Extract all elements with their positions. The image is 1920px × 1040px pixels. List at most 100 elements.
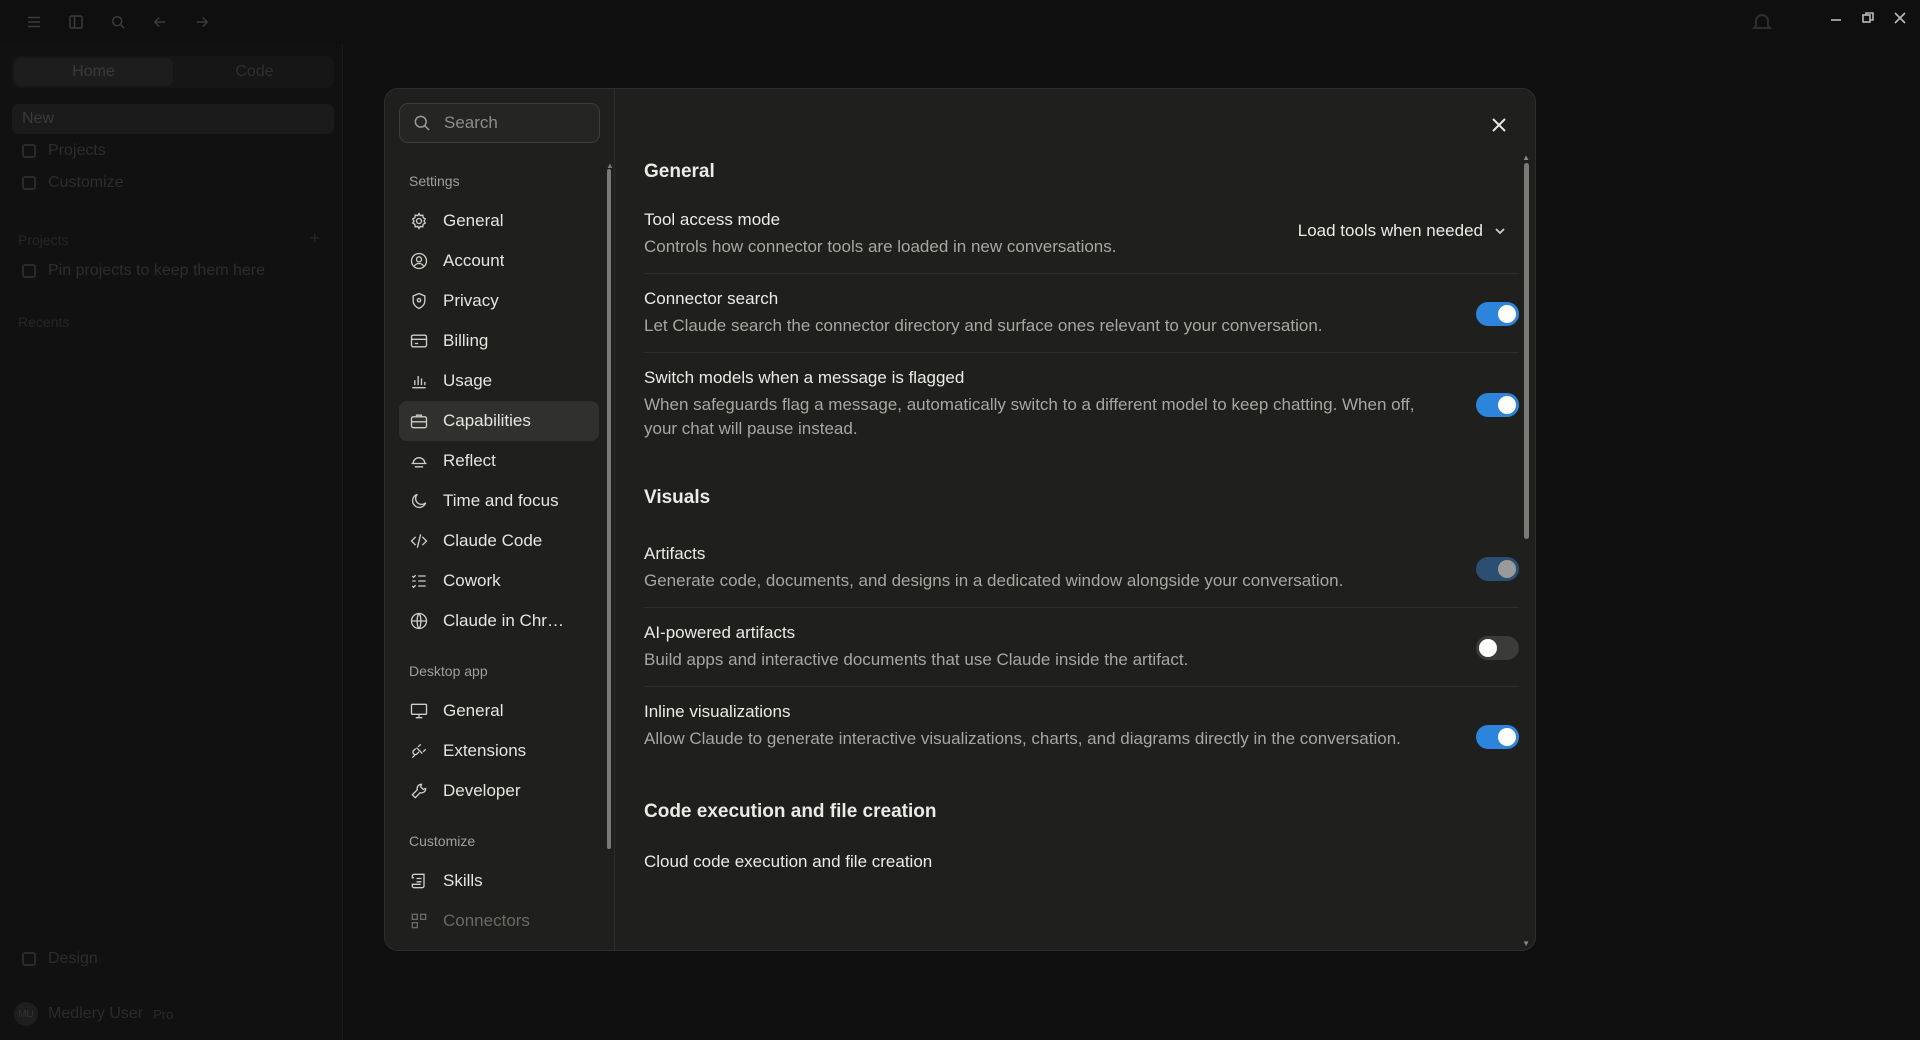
inline-visualizations-toggle[interactable] [1476,725,1519,749]
nav-item-label: Claude in Chr… [443,611,564,630]
nav-item-reflect[interactable]: Reflect [399,441,599,481]
nav-item-extensions[interactable]: Extensions [399,731,599,771]
menu-icon[interactable] [22,10,46,34]
minimize-button[interactable] [1826,8,1846,28]
switch-models-toggle[interactable] [1476,393,1519,417]
customize-section-label: Customize [409,833,476,849]
title-bar [0,0,1920,44]
nav-item-label: General [443,701,504,720]
desktop-section-label: Desktop app [409,663,488,679]
sidebar-item-new[interactable]: New [12,104,334,134]
ai-artifacts-toggle[interactable] [1476,636,1519,660]
nav-item-label: Usage [443,371,493,390]
scroll-down-arrow[interactable]: ▼ [1522,939,1530,948]
moon-icon [409,491,429,511]
checklist-icon [409,571,429,591]
sidebar-item-label: New [22,110,55,127]
sidebar-toggle-icon[interactable] [64,10,88,34]
setting-title: Connector search [644,289,779,308]
shield-icon [409,291,429,311]
nav-item-label: Reflect [443,451,496,470]
toggle-knob [1498,305,1516,323]
code-icon [409,531,429,551]
back-arrow-icon[interactable] [148,10,172,34]
nav-item-cowork[interactable]: Cowork [399,561,599,601]
settings-section-label: Settings [409,173,460,189]
search-icon[interactable] [106,10,130,34]
section-title-general: General [644,161,715,182]
add-project-icon[interactable]: + [309,228,320,249]
user-menu[interactable]: MU Medlery User Pro [14,1002,173,1026]
sidebar-item-projects[interactable]: Projects [12,136,334,166]
setting-connector-search: Connector search Let Claude search the c… [644,274,1519,353]
nav-item-time-and-focus[interactable]: Time and focus [399,481,599,521]
restore-button[interactable] [1858,8,1878,28]
scroll-icon [409,871,429,891]
nav-item-billing[interactable]: Billing [399,321,599,361]
nav-item-claude-in-chrome[interactable]: Claude in Chr… [399,601,599,641]
nav-item-claude-code[interactable]: Claude Code [399,521,599,561]
settings-content: ▲ ▼ General Tool access mode Controls ho… [615,89,1535,950]
nav-item-label: Billing [443,331,489,350]
tab-home[interactable]: Home [14,58,173,86]
pin-icon [22,264,36,278]
sidebar-item-label: Design [48,950,98,967]
nav-scrollbar[interactable] [607,169,611,849]
design-icon [22,952,36,966]
nav-item-general[interactable]: General [399,201,599,241]
setting-title: AI-powered artifacts [644,623,796,642]
nav-item-developer[interactable]: Developer [399,771,599,811]
content-scrollbar[interactable] [1524,163,1529,539]
sidebar-item-customize[interactable]: Customize [12,168,334,198]
toggle-knob [1479,639,1497,657]
setting-description: When safeguards flag a message, automati… [644,395,1415,438]
close-window-button[interactable] [1890,8,1910,28]
search-input[interactable] [444,113,584,133]
nav-item-privacy[interactable]: Privacy [399,281,599,321]
credit-card-icon [409,331,429,351]
settings-nav: ▲ Settings General Account Privacy Billi… [385,89,615,950]
wrench-icon [409,781,429,801]
setting-inline-visualizations: Inline visualizations Allow Claude to ge… [644,687,1519,765]
nav-item-desktop-general[interactable]: General [399,691,599,731]
nav-item-usage[interactable]: Usage [399,361,599,401]
nav-item-label: Privacy [443,291,499,310]
nav-item-connectors[interactable]: Connectors [399,901,599,941]
setting-ai-powered-artifacts: AI-powered artifacts Build apps and inte… [644,608,1519,687]
nav-item-label: Cowork [443,571,501,590]
setting-description: Build apps and interactive documents tha… [644,650,1189,669]
nav-item-skills[interactable]: Skills [399,861,599,901]
recents-section-label: Recents [18,314,70,330]
sidebar-item-label: Projects [48,142,106,159]
sidebar-item-label: Customize [48,174,124,191]
setting-switch-models: Switch models when a message is flagged … [644,353,1519,455]
nav-item-label: Extensions [443,741,527,760]
bar-chart-icon [409,371,429,391]
setting-description: Allow Claude to generate interactive vis… [644,729,1401,748]
nav-item-label: Time and focus [443,491,559,510]
monitor-icon [409,701,429,721]
forward-arrow-icon[interactable] [190,10,214,34]
artifacts-toggle[interactable] [1476,557,1519,581]
nav-item-capabilities[interactable]: Capabilities [399,401,599,441]
section-title-code-execution: Code execution and file creation [644,801,937,822]
tool-access-dropdown[interactable]: Load tools when needed [1298,221,1507,241]
tab-home-label: Home [72,63,115,80]
user-plan: Pro [153,1006,174,1022]
section-title-visuals: Visuals [644,487,711,508]
nav-item-account[interactable]: Account [399,241,599,281]
toggle-knob [1498,396,1516,414]
briefcase-icon [409,411,429,431]
tab-code[interactable]: Code [175,56,334,88]
sidebar-item-design[interactable]: Design [12,944,334,974]
reflect-icon [409,451,429,471]
settings-modal: ▲ Settings General Account Privacy Billi… [384,88,1536,951]
setting-title: Artifacts [644,544,706,563]
scroll-up-arrow[interactable]: ▲ [1522,153,1530,162]
nav-item-label: Account [443,251,505,270]
connector-search-toggle[interactable] [1476,302,1519,326]
close-button[interactable] [1485,111,1513,139]
search-field[interactable] [399,103,600,143]
setting-title: Inline visualizations [644,702,791,721]
notification-icon[interactable] [1750,10,1774,39]
